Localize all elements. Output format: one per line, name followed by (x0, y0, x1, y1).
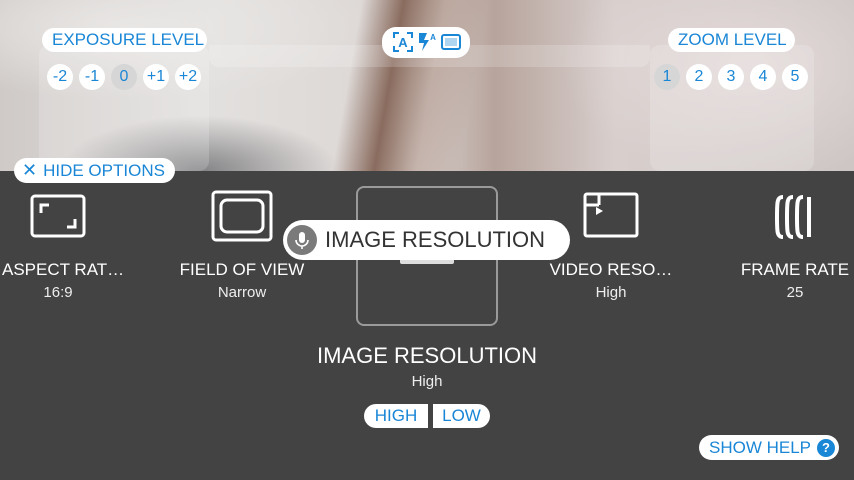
tooltip-text: IMAGE RESOLUTION (325, 227, 546, 252)
aspect-ratio-icon (30, 194, 86, 238)
zoom-option-selected[interactable]: 1 (654, 64, 680, 90)
mode-toolbar: A A (382, 27, 470, 58)
zoom-option[interactable]: 4 (750, 64, 776, 90)
zoom-level-label: ZOOM LEVEL (668, 28, 795, 52)
resolution-high-button[interactable]: HIGH (364, 404, 428, 428)
microphone-icon (287, 225, 317, 255)
auto-mode-icon[interactable]: A (392, 31, 414, 58)
detail-value: High (411, 373, 443, 390)
svg-text:A: A (398, 35, 408, 50)
setting-value: Narrow (217, 284, 267, 301)
setting-value: 16:9 (43, 284, 73, 301)
zoom-option[interactable]: 3 (718, 64, 744, 90)
show-help-button[interactable]: SHOW HELP ? (699, 435, 839, 460)
hide-options-label: HIDE OPTIONS (43, 161, 165, 180)
flash-auto-icon[interactable]: A (416, 31, 438, 58)
voice-hint-tooltip: IMAGE RESOLUTION (283, 220, 570, 260)
frame-icon[interactable] (440, 31, 462, 58)
hide-options-button[interactable]: ✕ HIDE OPTIONS (14, 158, 175, 183)
resolution-low-button[interactable]: LOW (433, 404, 490, 428)
setting-label: FRAME RATE (740, 260, 850, 279)
exposure-option[interactable]: -1 (79, 64, 105, 90)
setting-value: 25 (786, 284, 804, 301)
exposure-option[interactable]: -2 (47, 64, 73, 90)
setting-label: VIDEO RESO… (549, 260, 673, 279)
exposure-level-label: EXPOSURE LEVEL (42, 28, 207, 52)
svg-text:A: A (430, 33, 436, 42)
zoom-option[interactable]: 2 (686, 64, 712, 90)
setting-label: FIELD OF VIEW (179, 260, 305, 279)
frame-rate-icon (775, 195, 811, 239)
detail-title: IMAGE RESOLUTION (316, 343, 538, 368)
exposure-option-selected[interactable]: 0 (111, 64, 137, 90)
help-icon: ? (817, 439, 835, 457)
field-of-view-icon (211, 190, 273, 242)
setting-value: High (595, 284, 627, 301)
close-icon: ✕ (22, 160, 38, 180)
exposure-option[interactable]: +1 (143, 64, 169, 90)
setting-label: ASPECT RAT… (2, 260, 125, 279)
show-help-label: SHOW HELP (709, 438, 812, 457)
video-resolution-icon (583, 192, 639, 238)
exposure-option[interactable]: +2 (175, 64, 201, 90)
zoom-option[interactable]: 5 (782, 64, 808, 90)
